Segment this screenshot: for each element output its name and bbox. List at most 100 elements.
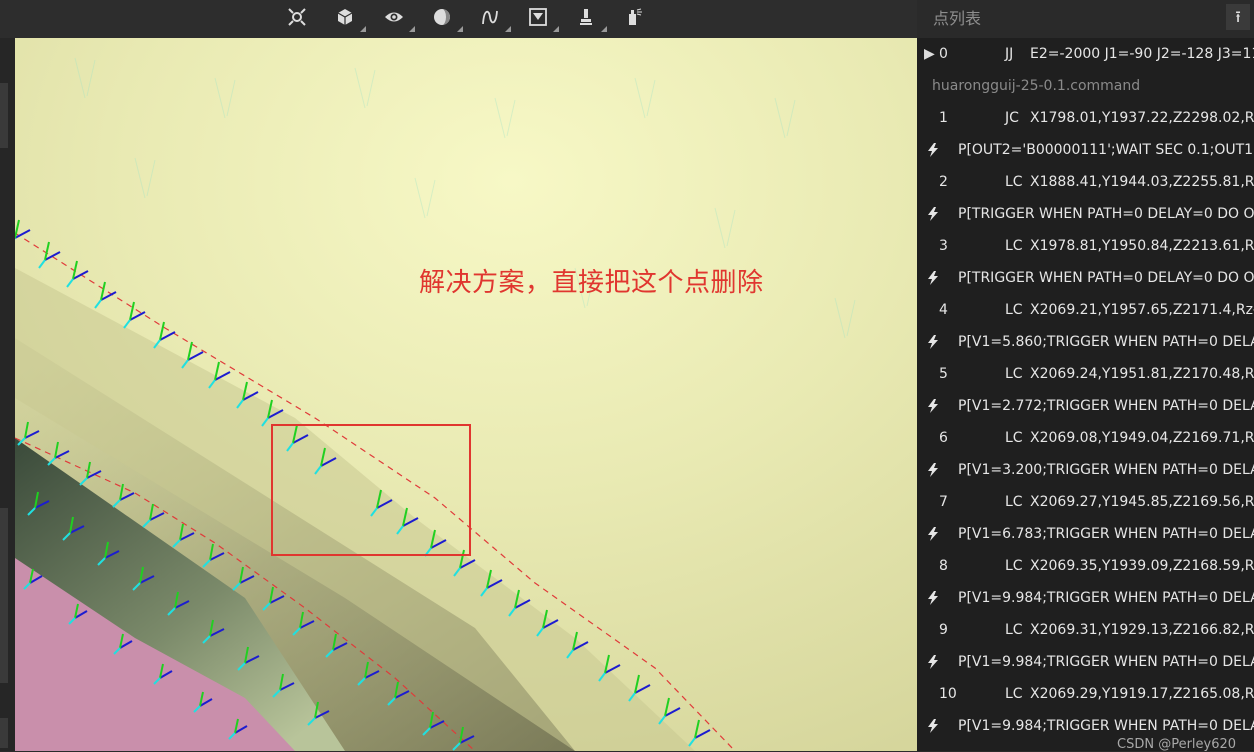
spray-button[interactable]	[620, 4, 648, 30]
point-coords: E2=-2000 J1=-90 J2=-128 J3=115 J4=	[1030, 46, 1254, 62]
point-type: LC	[1005, 238, 1023, 254]
point-index: 3	[939, 238, 948, 254]
point-index: 9	[939, 622, 948, 638]
cube-menu-corner-icon[interactable]	[360, 26, 366, 32]
point-coords: X2069.21,Y1957.65,Z2171.4,Rz-86.9	[1030, 302, 1254, 318]
point-coords: X2069.08,Y1949.04,Z2169.71,Rz-86	[1030, 430, 1254, 446]
lightning-icon	[927, 710, 939, 742]
cube-view-button[interactable]	[331, 4, 359, 30]
point-list-panel: 点列表 ⭱ ▶ 0 JJ E2=-2000 J1=-90 J2=-128 J3=…	[917, 0, 1254, 751]
frame-filter-icon	[529, 8, 547, 26]
lightning-icon	[927, 582, 939, 614]
command-row[interactable]: P[V1=5.860;TRIGGER WHEN PATH=0 DELAY=0	[917, 326, 1254, 358]
3d-scene	[15, 38, 917, 751]
command-text: P[OUT2='B00000111';WAIT SEC 0.1;OUT1='B1	[958, 142, 1254, 158]
command-text: P[V1=3.200;TRIGGER WHEN PATH=0 DELAY=0	[958, 462, 1254, 478]
visibility-button[interactable]	[380, 4, 408, 30]
command-row[interactable]: P[V1=6.783;TRIGGER WHEN PATH=0 DELAY=0	[917, 518, 1254, 550]
point-type: LC	[1005, 430, 1023, 446]
point-row[interactable]: 3 LC X1978.81,Y1950.84,Z2213.61,Rz-86	[917, 230, 1254, 262]
point-coords: X2069.29,Y1919.17,Z2165.08,Rz-86	[1030, 686, 1254, 702]
point-index: 1	[939, 110, 948, 126]
lightning-icon	[927, 326, 939, 358]
left-dock-handle[interactable]	[0, 718, 8, 748]
command-row[interactable]: P[V1=9.984;TRIGGER WHEN PATH=0 DELAY=0	[917, 582, 1254, 614]
command-row[interactable]: P[OUT2='B00000111';WAIT SEC 0.1;OUT1='B1	[917, 134, 1254, 166]
point-index: 6	[939, 430, 948, 446]
command-text: P[TRIGGER WHEN PATH=0 DELAY=0 DO OUT2	[958, 270, 1254, 286]
robot-button[interactable]	[572, 4, 600, 30]
point-row[interactable]: 6 LC X2069.08,Y1949.04,Z2169.71,Rz-86	[917, 422, 1254, 454]
point-coords: X2069.35,Y1939.09,Z2168.59,Rz-86	[1030, 558, 1254, 574]
3d-viewport[interactable]	[15, 38, 917, 751]
point-row[interactable]: 4 LC X2069.21,Y1957.65,Z2171.4,Rz-86.9	[917, 294, 1254, 326]
command-row[interactable]: P[TRIGGER WHEN PATH=0 DELAY=0 DO OUT2	[917, 198, 1254, 230]
point-row[interactable]: 1 JC X1798.01,Y1937.22,Z2298.02,Rz-86	[917, 102, 1254, 134]
watermark: CSDN @Perley620	[1117, 737, 1237, 752]
command-row[interactable]: P[V1=9.984;TRIGGER WHEN PATH=0 DELAY=0	[917, 646, 1254, 678]
point-type: LC	[1005, 366, 1023, 382]
point-coords: X1888.41,Y1944.03,Z2255.81,Rz-86	[1030, 174, 1254, 190]
point-type: JC	[1005, 110, 1019, 126]
frame-filter-button[interactable]	[524, 4, 552, 30]
command-text: P[V1=2.772;TRIGGER WHEN PATH=0 DELAY=0	[958, 398, 1254, 414]
lightning-icon	[927, 518, 939, 550]
target-icon	[288, 8, 306, 26]
point-row[interactable]: 9 LC X2069.31,Y1929.13,Z2166.82,Rz-86	[917, 614, 1254, 646]
point-row[interactable]: 7 LC X2069.27,Y1945.85,Z2169.56,Rz-86	[917, 486, 1254, 518]
panel-title: 点列表	[933, 9, 982, 28]
curve-button[interactable]	[476, 4, 504, 30]
point-row[interactable]: 8 LC X2069.35,Y1939.09,Z2168.59,Rz-86	[917, 550, 1254, 582]
frame-menu-corner-icon[interactable]	[553, 26, 559, 32]
play-icon[interactable]: ▶	[924, 38, 935, 70]
point-type: LC	[1005, 686, 1023, 702]
lightning-icon	[927, 454, 939, 486]
point-row[interactable]: 2 LC X1888.41,Y1944.03,Z2255.81,Rz-86	[917, 166, 1254, 198]
point-coords: X2069.24,Y1951.81,Z2170.48,Rz-86	[1030, 366, 1254, 382]
point-row[interactable]: 5 LC X2069.24,Y1951.81,Z2170.48,Rz-86	[917, 358, 1254, 390]
command-file-name: huarongguij-25-0.1.command	[932, 78, 1141, 94]
curve-menu-corner-icon[interactable]	[505, 26, 511, 32]
annotation-text: 解决方案，直接把这个点删除	[419, 268, 764, 298]
point-type: LC	[1005, 174, 1023, 190]
point-type: LC	[1005, 622, 1023, 638]
command-row[interactable]: P[TRIGGER WHEN PATH=0 DELAY=0 DO OUT2	[917, 262, 1254, 294]
target-view-button[interactable]	[283, 4, 311, 30]
export-button[interactable]: ⭱	[1226, 4, 1250, 30]
viewport-toolbar	[0, 0, 918, 38]
point-row[interactable]: 10 LC X2069.29,Y1919.17,Z2165.08,Rz-86	[917, 678, 1254, 710]
left-dock-handle[interactable]	[0, 83, 8, 148]
point-index: 5	[939, 366, 948, 382]
point-coords: X1798.01,Y1937.22,Z2298.02,Rz-86	[1030, 110, 1254, 126]
point-index: 8	[939, 558, 948, 574]
shading-button[interactable]	[428, 4, 456, 30]
point-coords: X1978.81,Y1950.84,Z2213.61,Rz-86	[1030, 238, 1254, 254]
cube-icon	[337, 9, 353, 25]
point-type: JJ	[1005, 46, 1014, 62]
shading-menu-corner-icon[interactable]	[457, 26, 463, 32]
command-text: P[V1=9.984;TRIGGER WHEN PATH=0 DELAY=0	[958, 590, 1254, 606]
point-index: 10	[939, 686, 957, 702]
curve-icon	[482, 10, 498, 25]
point-coords: X2069.27,Y1945.85,Z2169.56,Rz-86	[1030, 494, 1254, 510]
command-row[interactable]: P[V1=3.200;TRIGGER WHEN PATH=0 DELAY=0	[917, 454, 1254, 486]
command-text: P[V1=6.783;TRIGGER WHEN PATH=0 DELAY=0	[958, 526, 1254, 542]
point-row[interactable]: ▶ 0 JJ E2=-2000 J1=-90 J2=-128 J3=115 J4…	[917, 38, 1254, 70]
point-type: LC	[1005, 494, 1023, 510]
left-dock-strip	[0, 38, 15, 751]
point-type: LC	[1005, 302, 1023, 318]
point-index: 7	[939, 494, 948, 510]
point-index: 2	[939, 174, 948, 190]
eye-icon	[385, 12, 403, 22]
panel-header: 点列表 ⭱	[917, 0, 1254, 38]
command-file-row[interactable]: huarongguij-25-0.1.command	[917, 70, 1254, 102]
point-coords: X2069.31,Y1929.13,Z2166.82,Rz-86	[1030, 622, 1254, 638]
command-text: P[V1=5.860;TRIGGER WHEN PATH=0 DELAY=0	[958, 334, 1254, 350]
left-dock-handle[interactable]	[0, 508, 8, 683]
lightning-icon	[927, 390, 939, 422]
command-row[interactable]: P[V1=2.772;TRIGGER WHEN PATH=0 DELAY=0	[917, 390, 1254, 422]
lightning-icon	[927, 198, 939, 230]
visibility-menu-corner-icon[interactable]	[409, 26, 415, 32]
lightning-icon	[927, 646, 939, 678]
robot-menu-corner-icon[interactable]	[601, 26, 607, 32]
